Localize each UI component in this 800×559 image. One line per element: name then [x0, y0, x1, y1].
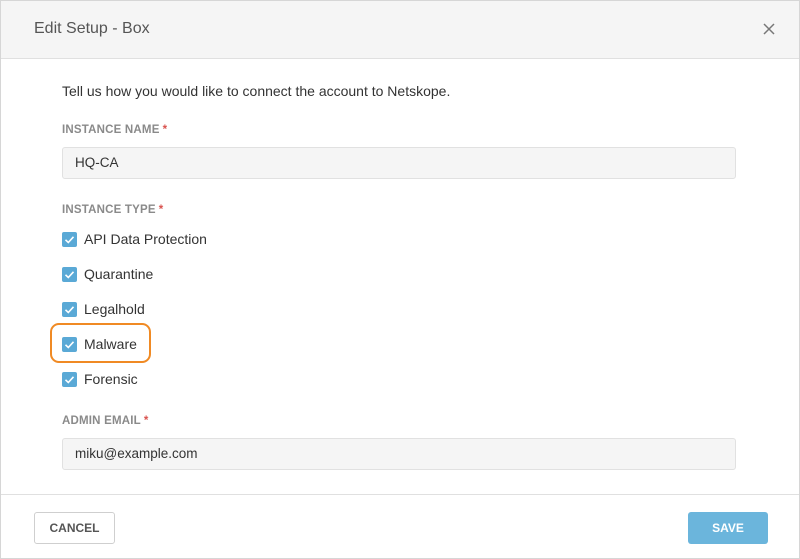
instance-type-label-text: INSTANCE TYPE	[62, 204, 156, 216]
checkbox-checked-icon[interactable]	[62, 371, 77, 387]
admin-email-label-text: ADMIN EMAIL	[62, 415, 141, 427]
required-mark: *	[162, 124, 168, 136]
checkbox-label: Forensic	[84, 371, 138, 387]
checkbox-label: API Data Protection	[84, 231, 207, 247]
required-mark: *	[158, 204, 164, 216]
dialog-title: Edit Setup - Box	[34, 20, 150, 37]
checkbox-label: Legalhold	[84, 301, 145, 317]
checkbox-checked-icon[interactable]	[62, 231, 77, 247]
checkbox-api-data-protection[interactable]: API Data Protection	[62, 229, 207, 249]
dialog-footer: CANCEL SAVE	[1, 494, 799, 558]
checkbox-checked-icon[interactable]	[62, 266, 77, 282]
dialog-body: Tell us how you would like to connect th…	[1, 60, 799, 494]
admin-email-input[interactable]: miku@example.com	[62, 438, 736, 470]
admin-email-label: ADMIN EMAIL *	[62, 415, 149, 427]
required-mark: *	[143, 415, 149, 427]
instance-name-label-text: INSTANCE NAME	[62, 124, 160, 136]
checkbox-forensic[interactable]: Forensic	[62, 369, 138, 389]
malware-highlight-outline	[50, 323, 151, 363]
cancel-button[interactable]: CANCEL	[34, 512, 115, 544]
checkbox-checked-icon[interactable]	[62, 301, 77, 317]
instance-type-label: INSTANCE TYPE *	[62, 204, 163, 216]
checkbox-quarantine[interactable]: Quarantine	[62, 264, 153, 284]
edit-setup-dialog: Edit Setup - Box Tell us how you would l…	[0, 0, 800, 559]
intro-text: Tell us how you would like to connect th…	[62, 83, 451, 99]
save-button[interactable]: SAVE	[688, 512, 768, 544]
checkbox-label: Quarantine	[84, 266, 154, 282]
checkbox-legalhold[interactable]: Legalhold	[62, 299, 145, 319]
close-icon[interactable]	[761, 21, 777, 37]
dialog-header: Edit Setup - Box	[1, 1, 799, 59]
instance-name-input[interactable]: HQ-CA	[62, 147, 736, 179]
instance-name-label: INSTANCE NAME *	[62, 124, 167, 136]
